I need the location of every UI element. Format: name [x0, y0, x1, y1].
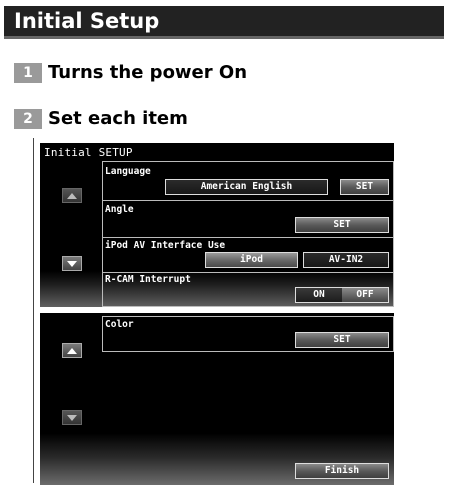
page-title: Initial Setup: [4, 6, 444, 36]
row-separator: [102, 272, 394, 273]
title-rule: [4, 36, 444, 39]
step-2: 2 Set each item: [14, 108, 188, 129]
angle-label: Angle: [105, 204, 134, 215]
step-2-text: Set each item: [48, 108, 188, 129]
initial-setup-screen-2: Color SET Finish: [40, 313, 394, 485]
row-separator: [102, 237, 394, 238]
initial-setup-screen-1: Initial SETUP Language American English …: [40, 143, 394, 307]
rcam-on-option[interactable]: ON: [296, 288, 342, 302]
step-2-number: 2: [14, 108, 42, 129]
finish-button[interactable]: Finish: [295, 463, 389, 479]
language-set-button[interactable]: SET: [340, 179, 389, 195]
rcam-interrupt-label: R-CAM Interrupt: [105, 274, 191, 285]
down-arrow-icon: [67, 414, 77, 421]
step-1-text: Turns the power On: [48, 62, 248, 83]
step-connector-line: [33, 138, 34, 483]
scroll-up-button[interactable]: [62, 343, 82, 358]
scroll-up-button[interactable]: [62, 188, 82, 203]
scroll-down-button[interactable]: [62, 256, 82, 271]
color-set-button[interactable]: SET: [295, 332, 389, 348]
row-separator: [102, 200, 394, 201]
language-value-button[interactable]: American English: [165, 179, 328, 195]
up-arrow-icon: [67, 192, 77, 199]
up-arrow-icon: [67, 347, 77, 354]
screen-title: Initial SETUP: [44, 146, 133, 159]
scroll-down-button[interactable]: [62, 410, 82, 425]
color-label: Color: [105, 319, 134, 330]
down-arrow-icon: [67, 260, 77, 267]
step-1: 1 Turns the power On: [14, 62, 247, 83]
rcam-off-option[interactable]: OFF: [342, 288, 388, 302]
ipod-av-label: iPod AV Interface Use: [105, 240, 226, 251]
angle-set-button[interactable]: SET: [295, 217, 389, 233]
av-in2-option-button[interactable]: AV-IN2: [303, 252, 389, 268]
rcam-on-off-toggle[interactable]: ON OFF: [295, 287, 389, 303]
ipod-option-button[interactable]: iPod: [205, 252, 298, 268]
language-label: Language: [105, 166, 151, 177]
step-1-number: 1: [14, 62, 42, 83]
